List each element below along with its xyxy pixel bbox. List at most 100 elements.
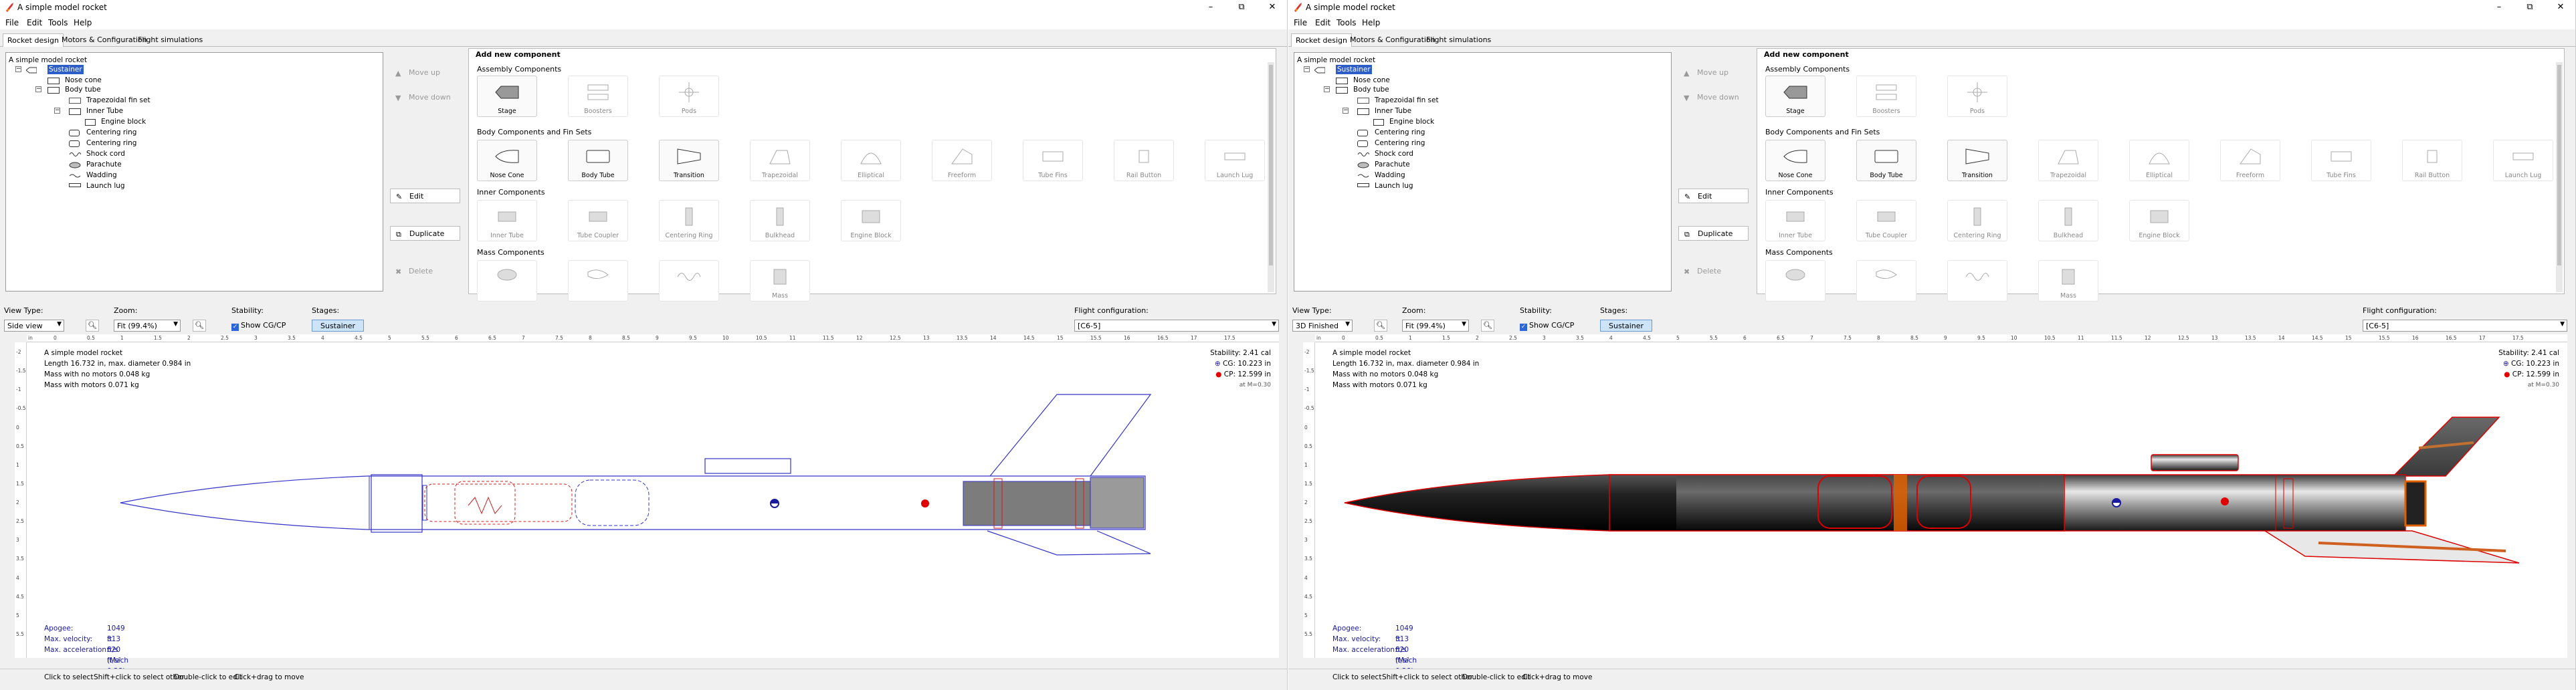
menu-tools[interactable]: Tools: [48, 18, 68, 27]
maximize-button[interactable]: ⧉: [1226, 0, 1257, 15]
add-launch-lug-button[interactable]: Launch Lug: [2493, 140, 2553, 191]
collapse-icon[interactable]: −: [15, 66, 21, 72]
add-trapezoidal-fin-button[interactable]: Trapezoidal: [750, 140, 810, 191]
add-panel-scrollbar[interactable]: [1268, 62, 1274, 292]
stage-sustainer-toggle[interactable]: Sustainer: [312, 320, 365, 332]
tree-node-rocket[interactable]: A simple model rocket: [1297, 55, 1375, 65]
move-up-button[interactable]: ▲ Move up: [1678, 66, 1749, 80]
tree-node-launch-lug[interactable]: Launch lug: [1375, 181, 1413, 191]
add-shock-cord-button[interactable]: [659, 260, 719, 311]
add-engine-block-button[interactable]: Engine Block: [841, 200, 901, 251]
collapse-icon[interactable]: −: [1343, 108, 1349, 114]
delete-button[interactable]: ✖ Delete: [390, 264, 460, 279]
zoom-in-icon[interactable]: 🔍︎: [1481, 320, 1494, 332]
add-panel-scrollbar[interactable]: [2556, 62, 2563, 292]
show-cgcp-checkbox[interactable]: ✓ Show CG/CP: [231, 321, 286, 331]
add-mass-button[interactable]: Mass: [2038, 260, 2098, 311]
duplicate-button[interactable]: ⧉ Duplicate: [390, 226, 460, 241]
collapse-icon[interactable]: −: [35, 86, 41, 92]
add-engine-block-button[interactable]: Engine Block: [2129, 200, 2189, 251]
add-elliptical-fin-button[interactable]: Elliptical: [2129, 140, 2189, 191]
show-cgcp-checkbox[interactable]: ✓ Show CG/CP: [1520, 321, 1574, 331]
tab-rocket-design[interactable]: Rocket design: [1291, 33, 1352, 47]
add-nose-cone-button[interactable]: Nose Cone: [1765, 140, 1825, 191]
view-type-select[interactable]: Side view ▼: [4, 320, 64, 332]
tree-node-sustainer[interactable]: Sustainer: [1336, 65, 1372, 74]
tree-node-fin-set[interactable]: Trapezoidal fin set: [1375, 96, 1439, 105]
maximize-button[interactable]: ⧉: [2514, 0, 2545, 15]
add-trapezoidal-fin-button[interactable]: Trapezoidal: [2038, 140, 2098, 191]
tree-node-rocket[interactable]: A simple model rocket: [9, 55, 87, 65]
add-boosters-button[interactable]: Boosters: [568, 76, 628, 126]
add-rail-button-button[interactable]: Rail Button: [1114, 140, 1174, 191]
add-centering-ring-button[interactable]: Centering Ring: [659, 200, 719, 251]
component-tree[interactable]: A simple model rocket − Sustainer Nose c…: [1294, 52, 1672, 292]
collapse-icon[interactable]: −: [1324, 86, 1330, 92]
add-tube-coupler-button[interactable]: Tube Coupler: [568, 200, 628, 251]
add-inner-tube-button[interactable]: Inner Tube: [477, 200, 537, 251]
tree-node-wadding[interactable]: Wadding: [86, 170, 117, 180]
tree-node-parachute[interactable]: Parachute: [1375, 160, 1410, 169]
add-stage-button[interactable]: Stage: [1765, 76, 1825, 126]
menu-file[interactable]: File: [5, 18, 19, 27]
zoom-in-icon[interactable]: 🔍︎: [193, 320, 206, 332]
zoom-select[interactable]: Fit (99.4%) ▼: [114, 320, 181, 332]
tree-node-nose-cone[interactable]: Nose cone: [1353, 76, 1390, 85]
rocket-figure[interactable]: [27, 342, 1279, 658]
tree-node-centering-ring[interactable]: Centering ring: [86, 128, 136, 137]
add-rail-button-button[interactable]: Rail Button: [2402, 140, 2462, 191]
flight-config-select[interactable]: [C6-5] ▼: [1074, 320, 1279, 332]
tree-node-body-tube[interactable]: Body tube: [65, 85, 101, 94]
add-inner-tube-button[interactable]: Inner Tube: [1765, 200, 1825, 251]
add-parachute-button[interactable]: [1765, 260, 1825, 311]
tree-node-fin-set[interactable]: Trapezoidal fin set: [86, 96, 151, 105]
edit-button[interactable]: ✎ Edit: [1678, 189, 1749, 203]
tree-node-wadding[interactable]: Wadding: [1375, 170, 1405, 180]
add-nose-cone-button[interactable]: Nose Cone: [477, 140, 537, 191]
add-freeform-fin-button[interactable]: Freeform: [932, 140, 992, 191]
collapse-icon[interactable]: −: [54, 108, 60, 114]
add-mass-button[interactable]: Mass: [750, 260, 810, 311]
tab-flight-simulations[interactable]: Flight simulations: [1422, 33, 1495, 47]
rocket-3d-view[interactable]: [1315, 342, 2567, 658]
add-stage-button[interactable]: Stage: [477, 76, 537, 126]
zoom-out-icon[interactable]: 🔍︎: [86, 320, 99, 332]
tree-node-sustainer[interactable]: Sustainer: [47, 65, 84, 74]
tree-node-centering-ring-2[interactable]: Centering ring: [1375, 138, 1425, 148]
add-pods-button[interactable]: Pods: [1947, 76, 2007, 126]
minimize-button[interactable]: –: [1195, 0, 1226, 15]
add-freeform-fin-button[interactable]: Freeform: [2220, 140, 2280, 191]
tree-node-centering-ring[interactable]: Centering ring: [1375, 128, 1425, 137]
tree-node-inner-tube[interactable]: Inner Tube: [86, 106, 123, 116]
add-transition-button[interactable]: Transition: [659, 140, 719, 191]
move-down-button[interactable]: ▼ Move down: [390, 90, 460, 105]
add-centering-ring-button[interactable]: Centering Ring: [1947, 200, 2007, 251]
add-parachute-button[interactable]: [477, 260, 537, 311]
tree-node-launch-lug[interactable]: Launch lug: [86, 181, 125, 191]
tab-flight-simulations[interactable]: Flight simulations: [134, 33, 207, 47]
add-streamer-button[interactable]: [1856, 260, 1916, 311]
menu-help[interactable]: Help: [1362, 18, 1380, 27]
tree-node-nose-cone[interactable]: Nose cone: [65, 76, 102, 85]
menu-edit[interactable]: Edit: [27, 18, 42, 27]
component-tree[interactable]: A simple model rocket − Sustainer Nose c…: [5, 52, 383, 292]
minimize-button[interactable]: –: [2484, 0, 2514, 15]
close-button[interactable]: ✕: [2545, 0, 2575, 15]
add-bulkhead-button[interactable]: Bulkhead: [750, 200, 810, 251]
tree-node-inner-tube[interactable]: Inner Tube: [1375, 106, 1411, 116]
tree-node-engine-block[interactable]: Engine block: [101, 117, 146, 126]
tree-node-shock-cord[interactable]: Shock cord: [1375, 149, 1413, 158]
add-streamer-button[interactable]: [568, 260, 628, 311]
add-launch-lug-button[interactable]: Launch Lug: [1205, 140, 1265, 191]
add-tube-fins-button[interactable]: Tube Fins: [1023, 140, 1083, 191]
tab-rocket-design[interactable]: Rocket design: [3, 33, 64, 47]
zoom-out-icon[interactable]: 🔍︎: [1374, 320, 1387, 332]
flight-config-select[interactable]: [C6-5] ▼: [2363, 320, 2567, 332]
menu-edit[interactable]: Edit: [1315, 18, 1330, 27]
collapse-icon[interactable]: −: [1304, 66, 1310, 72]
zoom-select[interactable]: Fit (99.4%) ▼: [1402, 320, 1469, 332]
tree-node-parachute[interactable]: Parachute: [86, 160, 122, 169]
add-boosters-button[interactable]: Boosters: [1856, 76, 1916, 126]
delete-button[interactable]: ✖ Delete: [1678, 264, 1749, 279]
menu-file[interactable]: File: [1294, 18, 1307, 27]
